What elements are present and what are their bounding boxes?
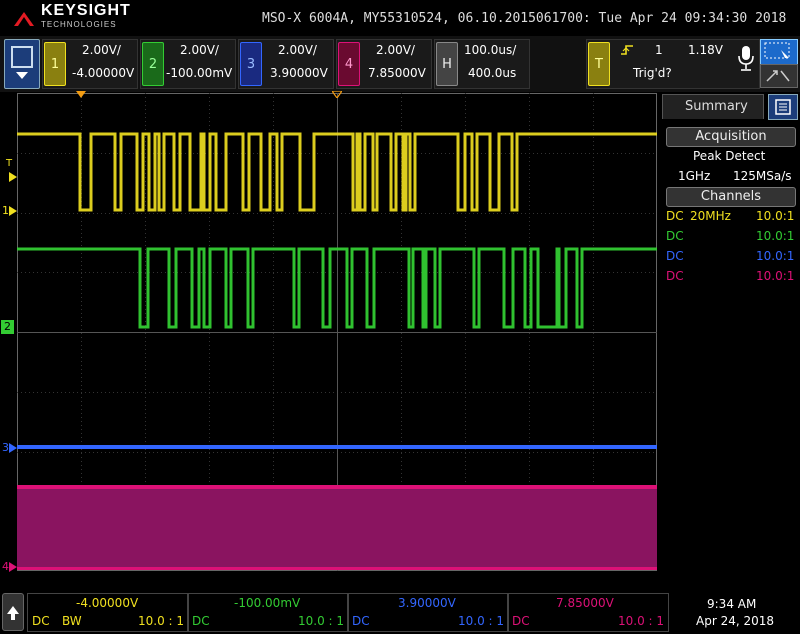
bottom-ch2-probe: 10.0 : 1 [298,614,345,628]
bottom-ch3-coupling: DC [352,614,370,628]
side-ch1-bw-limit: 20MHz [690,209,731,223]
home-button[interactable] [2,593,24,631]
channel-4-trace-fill [17,487,657,569]
bottom-ch1-bw: BW [62,614,82,628]
menu-icon [11,46,33,68]
channel-4-offset: 7.85000V [368,66,426,80]
bottom-ch4-coupling: DC [512,614,530,628]
channel-1-offset: -4.00000V [72,66,135,80]
trigger-box[interactable] [586,39,760,89]
channels-header: Channels [666,187,796,207]
side-ch4-probe: 10.0:1 [756,269,795,283]
side-ch3-coupling: DC [666,249,684,263]
side-panel [661,93,800,571]
channel-3-label[interactable]: 3 [240,42,262,86]
channel-2-label[interactable]: 2 [142,42,164,86]
keysight-logo-icon [14,12,34,26]
list-icon [775,99,791,115]
channel-4-scale: 2.00V/ [376,43,415,57]
channel-1-ground-marker[interactable]: 1 [2,204,9,217]
bottom-ch1-coupling: DC [32,614,50,628]
horizontal-position: 400.0us [468,66,517,80]
trigger-label[interactable]: T [588,42,610,86]
bottom-ch4-offset: 7.85000V [556,596,614,610]
bandwidth: 1GHz [678,169,711,183]
channel-3-trace [17,445,657,449]
brand-name: KEYSIGHT [41,2,131,19]
trigger-level-arrow-icon [9,172,17,182]
bottom-ch1-offset: -4.00000V [76,596,139,610]
sample-rate: 125MSa/s [733,169,792,183]
channel-1-label[interactable]: 1 [44,42,66,86]
horizontal-scale: 100.0us/ [464,43,517,57]
channel-2-ground-marker[interactable]: 2 [1,320,14,334]
side-ch4-coupling: DC [666,269,684,283]
channel-2-offset: -100.00mV [166,66,233,80]
channel-3-ground-marker[interactable]: 3 [2,441,9,454]
microphone-icon[interactable] [736,44,756,72]
bottom-ch3-probe: 10.0 : 1 [458,614,505,628]
trigger-status: Trig'd? [633,66,672,80]
chevron-down-icon [16,72,28,79]
channel-4-label[interactable]: 4 [338,42,360,86]
channel-4-trace-top [17,485,657,489]
side-ch3-probe: 10.0:1 [756,249,795,263]
panel-list-button[interactable] [768,94,798,120]
bottom-ch3-offset: 3.90000V [398,596,456,610]
time-reference-marker-icon [332,91,342,98]
trigger-source: 1 [655,43,663,57]
trigger-level: 1.18V [688,43,723,57]
side-ch2-coupling: DC [666,229,684,243]
acquisition-header: Acquisition [666,127,796,147]
ground-4-icon [9,562,17,572]
rising-edge-icon [621,45,633,55]
tab-summary-label: Summary [685,99,748,114]
zoom-icon [766,70,790,82]
channel-3-scale: 2.00V/ [278,43,317,57]
side-ch1-coupling: DC [666,209,684,223]
scope-title: MSO-X 6004A, MY55310524, 06.10.201506170… [262,11,787,26]
bottom-ch4-probe: 10.0 : 1 [618,614,665,628]
clock-date: Apr 24, 2018 [696,614,775,628]
waveform-display[interactable] [17,93,657,571]
channel-2-scale: 2.00V/ [180,43,219,57]
brand-subtitle: TECHNOLOGIES [41,20,117,29]
channel-1-scale: 2.00V/ [82,43,121,57]
channel-3-offset: 3.90000V [270,66,328,80]
acquisition-mode: Peak Detect [693,149,766,163]
bottom-ch2-offset: -100.00mV [234,596,301,610]
tab-summary[interactable]: Summary [662,94,764,119]
trigger-level-marker[interactable]: T [6,158,12,169]
up-arrow-icon [7,606,19,620]
main-menu-button[interactable] [4,39,40,89]
channel-4-trace-bottom [17,567,657,570]
horizontal-label[interactable]: H [436,42,458,86]
side-ch2-probe: 10.0:1 [756,229,795,243]
bottom-ch2-coupling: DC [192,614,210,628]
cursor-select-icon [764,42,790,62]
ground-3-icon [9,443,17,453]
clock-time: 9:34 AM [707,597,757,611]
zoom-gesture-button[interactable] [760,64,798,88]
trigger-position-marker-icon[interactable] [76,91,86,98]
touch-select-button[interactable] [760,39,798,65]
ground-1-icon [9,206,17,216]
bottom-ch1-probe: 10.0 : 1 [138,614,185,628]
side-ch1-probe: 10.0:1 [756,209,795,223]
